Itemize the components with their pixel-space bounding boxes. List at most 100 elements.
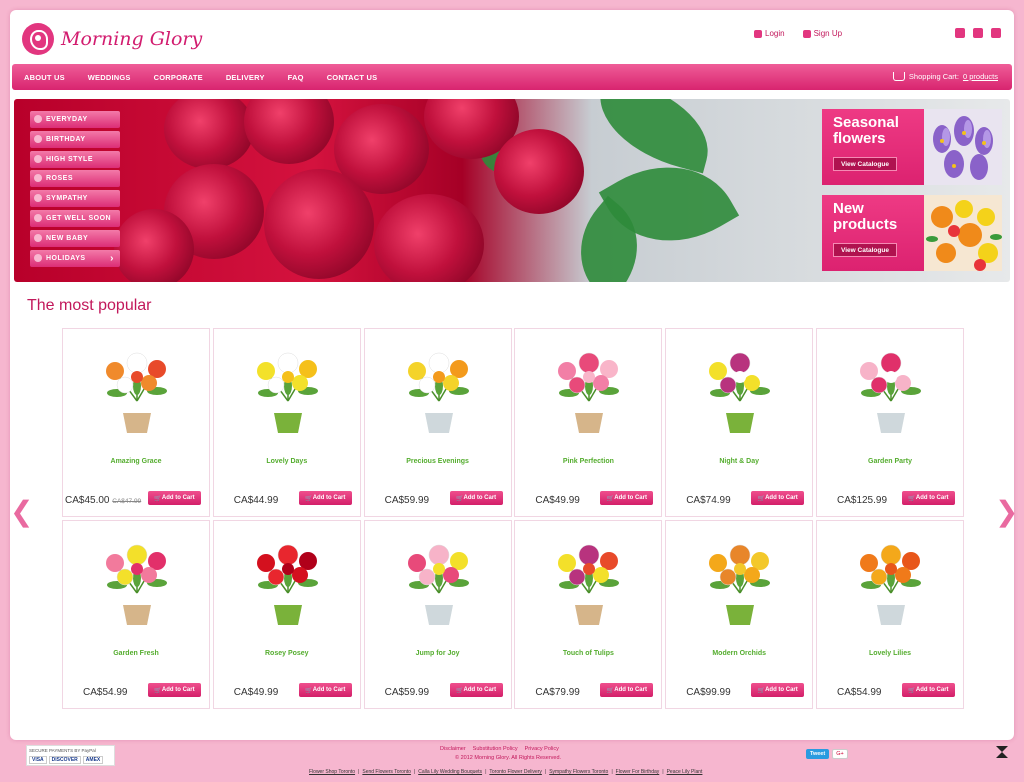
- category-everyday[interactable]: EVERYDAY: [30, 111, 120, 128]
- google-plus-button[interactable]: G+: [832, 749, 848, 759]
- product-image[interactable]: [547, 533, 631, 633]
- product-price: CA$74.99: [686, 495, 731, 506]
- morning-glory-logo-icon: [22, 23, 54, 55]
- product-image[interactable]: [547, 341, 631, 441]
- category-high-style[interactable]: HIGH STYLE: [30, 150, 120, 168]
- cart-count-link[interactable]: 0 products: [963, 72, 998, 81]
- product-card[interactable]: Rosey Posey CA$49.99 🛒 Add to Cart: [212, 520, 361, 709]
- product-price: CA$79.99: [535, 687, 580, 698]
- add-to-cart-button[interactable]: 🛒 Add to Cart: [298, 491, 352, 505]
- category-get-well-soon[interactable]: GET WELL SOON: [30, 209, 120, 227]
- login-link[interactable]: Login: [754, 29, 785, 38]
- add-to-cart-button[interactable]: 🛒 Add to Cart: [600, 491, 654, 505]
- nav-contact-us[interactable]: Contact Us: [327, 73, 378, 82]
- mail-icon[interactable]: [973, 28, 983, 38]
- disclaimer-link[interactable]: Disclaimer: [440, 746, 466, 752]
- product-name[interactable]: Lovely Lilies: [817, 650, 963, 657]
- add-to-cart-button[interactable]: 🛒 Add to Cart: [298, 683, 352, 697]
- nav-faq[interactable]: FAQ: [288, 73, 304, 82]
- category-holidays[interactable]: HOLIDAYS ›: [30, 249, 120, 267]
- product-image[interactable]: [397, 341, 481, 441]
- product-image[interactable]: [95, 341, 179, 441]
- seo-link[interactable]: Toronto Flower Delivery: [489, 769, 542, 775]
- seo-link[interactable]: Peace Lily Plant: [667, 769, 703, 775]
- product-name[interactable]: Rosey Posey: [214, 650, 360, 657]
- nav-delivery[interactable]: Delivery: [226, 73, 265, 82]
- product-card[interactable]: Modern Orchids CA$99.99 🛒 Add to Cart: [665, 520, 814, 709]
- add-to-cart-button[interactable]: 🛒 Add to Cart: [148, 683, 201, 697]
- add-to-cart-button[interactable]: 🛒 Add to Cart: [600, 683, 654, 697]
- tweet-button[interactable]: Tweet: [806, 749, 830, 759]
- seo-link[interactable]: Sympathy Flowers Toronto: [549, 769, 608, 775]
- add-to-cart-button[interactable]: 🛒 Add to Cart: [901, 491, 955, 505]
- add-to-cart-button[interactable]: 🛒 Add to Cart: [148, 491, 201, 505]
- product-image[interactable]: [246, 533, 330, 633]
- product-card[interactable]: Garden Fresh CA$54.99 🛒 Add to Cart: [62, 520, 210, 709]
- rose-shape: [164, 99, 254, 169]
- product-card[interactable]: Lovely Days CA$44.99 🛒 Add to Cart: [212, 328, 361, 517]
- product-image[interactable]: [95, 533, 179, 633]
- product-card[interactable]: Touch of Tulips CA$79.99 🛒 Add to Cart: [514, 520, 663, 709]
- product-card[interactable]: Night & Day CA$74.99 🛒 Add to Cart: [665, 328, 814, 517]
- seo-link[interactable]: Flower Shop Toronto: [309, 769, 355, 775]
- add-to-cart-button[interactable]: 🛒 Add to Cart: [751, 491, 805, 505]
- add-to-cart-button[interactable]: 🛒 Add to Cart: [449, 491, 503, 505]
- nav-corporate[interactable]: Corporate: [154, 73, 203, 82]
- product-name[interactable]: Modern Orchids: [666, 650, 812, 657]
- product-name[interactable]: Pink Perfection: [515, 458, 661, 465]
- product-name[interactable]: Night & Day: [666, 458, 812, 465]
- product-card[interactable]: Pink Perfection CA$49.99 🛒 Add to Cart: [514, 328, 663, 517]
- promo-new-products[interactable]: New products View Catalogue: [822, 195, 1002, 271]
- product-image[interactable]: [698, 533, 782, 633]
- carousel-next-arrow[interactable]: ❯: [995, 495, 1018, 528]
- add-to-cart-button[interactable]: 🛒 Add to Cart: [449, 683, 503, 697]
- substitution-policy-link[interactable]: Substitution Policy: [473, 746, 518, 752]
- sitemap-icon[interactable]: [991, 28, 1001, 38]
- view-catalogue-button[interactable]: View Catalogue: [833, 157, 897, 171]
- cart-icon: 🛒: [456, 687, 464, 694]
- nav-weddings[interactable]: Weddings: [88, 73, 131, 82]
- shopping-cart[interactable]: Shopping Cart: 0 products: [892, 72, 998, 81]
- brand-logo[interactable]: Morning Glory: [22, 23, 202, 55]
- close-icon[interactable]: [996, 746, 1008, 758]
- product-card[interactable]: Precious Evenings CA$59.99 🛒 Add to Cart: [363, 328, 512, 517]
- product-card[interactable]: Jump for Joy CA$59.99 🛒 Add to Cart: [363, 520, 512, 709]
- carousel-prev-arrow[interactable]: ❮: [10, 495, 33, 528]
- product-image[interactable]: [246, 341, 330, 441]
- footer-links: Disclaimer Substitution Policy Privacy P…: [440, 746, 559, 752]
- product-name[interactable]: Garden Party: [817, 458, 963, 465]
- product-name[interactable]: Garden Fresh: [63, 650, 209, 657]
- product-name[interactable]: Touch of Tulips: [515, 650, 661, 657]
- cart-icon: [892, 72, 905, 81]
- category-new-baby[interactable]: NEW BABY: [30, 229, 120, 247]
- product-card[interactable]: Amazing Grace CA$45.00 CA$47.99 🛒 Add to …: [62, 328, 210, 517]
- product-card[interactable]: Lovely Lilies CA$54.99 🛒 Add to Cart: [815, 520, 964, 709]
- nav-about-us[interactable]: About Us: [24, 73, 65, 82]
- product-image[interactable]: [698, 341, 782, 441]
- product-name[interactable]: Jump for Joy: [365, 650, 511, 657]
- seo-link[interactable]: Calla Lily Wedding Bouquets: [418, 769, 482, 775]
- discover-logo: DISCOVER: [48, 756, 81, 764]
- promo-seasonal-flowers[interactable]: Seasonal flowers View Catalogue: [822, 109, 1002, 185]
- signup-link[interactable]: Sign Up: [802, 29, 842, 38]
- product-image[interactable]: [397, 533, 481, 633]
- category-roses[interactable]: ROSES: [30, 170, 120, 188]
- seo-link[interactable]: Flower For Birthday: [616, 769, 660, 775]
- privacy-policy-link[interactable]: Privacy Policy: [525, 746, 559, 752]
- seo-links: Flower Shop Toronto | Send Flowers Toronto…: [309, 769, 702, 775]
- home-icon[interactable]: [955, 28, 965, 38]
- add-to-cart-button[interactable]: 🛒 Add to Cart: [751, 683, 805, 697]
- product-name[interactable]: Precious Evenings: [365, 458, 511, 465]
- add-to-cart-button[interactable]: 🛒 Add to Cart: [901, 683, 955, 697]
- cart-icon: 🛒: [456, 495, 464, 502]
- category-sympathy[interactable]: SYMPATHY: [30, 190, 120, 208]
- product-image[interactable]: [849, 341, 933, 441]
- product-card[interactable]: Garden Party CA$125.99 🛒 Add to Cart: [815, 328, 964, 517]
- product-name[interactable]: Lovely Days: [214, 458, 360, 465]
- product-image[interactable]: [849, 533, 933, 633]
- product-price: CA$54.99: [836, 687, 882, 698]
- product-name[interactable]: Amazing Grace: [63, 458, 209, 465]
- seo-link[interactable]: Send Flowers Toronto: [362, 769, 411, 775]
- view-catalogue-button[interactable]: View Catalogue: [833, 243, 897, 257]
- category-birthday[interactable]: BIRTHDAY: [30, 130, 120, 148]
